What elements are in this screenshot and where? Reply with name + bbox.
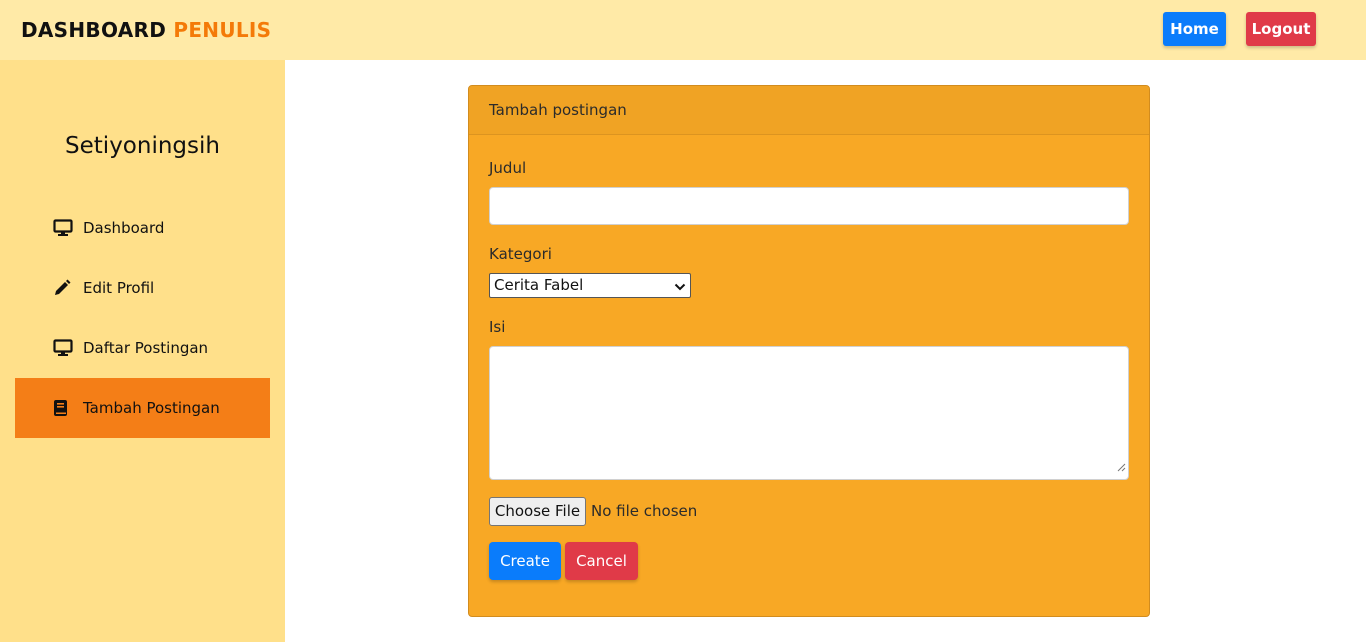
- brand-primary-text: DASHBOARD: [21, 18, 167, 42]
- pencil-icon: [53, 278, 75, 298]
- sidebar-item-label: Daftar Postingan: [83, 339, 209, 357]
- chevron-down-icon: [674, 278, 686, 301]
- brand-accent-text: PENULIS: [173, 18, 272, 42]
- sidebar-item-label: Dashboard: [83, 219, 165, 237]
- cancel-button[interactable]: Cancel: [565, 542, 638, 580]
- logout-button[interactable]: Logout: [1246, 12, 1316, 46]
- create-button[interactable]: Create: [489, 542, 561, 580]
- top-navbar: DASHBOARD PENULIS Home Logout: [0, 0, 1366, 60]
- sidebar: Setiyoningsih Dashboard Edit Profil Daft…: [0, 60, 285, 642]
- file-status-text: No file chosen: [591, 502, 698, 520]
- add-post-card: Tambah postingan Judul Kategori Cerita F…: [468, 85, 1150, 617]
- monitor-icon: [53, 218, 75, 238]
- book-icon: [53, 398, 75, 418]
- user-name: Setiyoningsih: [65, 133, 220, 159]
- monitor-icon: [53, 338, 75, 358]
- judul-label: Judul: [489, 159, 527, 177]
- isi-label: Isi: [489, 318, 506, 336]
- kategori-select[interactable]: Cerita Fabel: [489, 273, 691, 298]
- sidebar-item-daftar-postingan[interactable]: Daftar Postingan: [15, 318, 270, 378]
- sidebar-item-label: Edit Profil: [83, 279, 155, 297]
- sidebar-item-label: Tambah Postingan: [83, 399, 220, 417]
- brand-logo[interactable]: DASHBOARD PENULIS: [21, 18, 271, 42]
- choose-file-button[interactable]: Choose File: [489, 497, 586, 526]
- card-title: Tambah postingan: [469, 86, 1149, 135]
- judul-input[interactable]: [489, 187, 1129, 225]
- sidebar-item-dashboard[interactable]: Dashboard: [15, 198, 270, 258]
- isi-textarea[interactable]: [489, 346, 1129, 480]
- sidebar-item-edit-profil[interactable]: Edit Profil: [15, 258, 270, 318]
- sidebar-item-tambah-postingan[interactable]: Tambah Postingan: [15, 378, 270, 438]
- kategori-label: Kategori: [489, 245, 552, 263]
- kategori-selected-value: Cerita Fabel: [494, 276, 584, 294]
- home-button[interactable]: Home: [1163, 12, 1226, 46]
- resize-handle-icon[interactable]: [1117, 459, 1126, 477]
